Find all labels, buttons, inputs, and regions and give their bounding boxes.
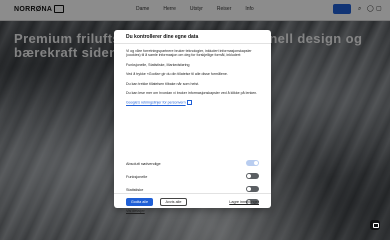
withdraw-text: Du kan trekke tillatelsen tilbake når so…: [126, 81, 200, 86]
dialog-footer: Godta alle Avvis alle Lagre innstillinge…: [114, 193, 271, 209]
toggle-label: Statistiske: [126, 188, 144, 192]
necessary-toggle[interactable]: [246, 160, 259, 166]
dialog-header: Du kontrollerer dine egne data: [114, 30, 271, 44]
save-settings-link[interactable]: Lagre innstillinger: [229, 200, 259, 204]
toggle-label: Absolutt nødvendige: [126, 162, 161, 166]
purposes-text: Funksjonelle, Statistiske, Markedsføring: [126, 62, 190, 67]
decline-all-button[interactable]: Avvis alle: [160, 198, 187, 206]
read-more-text: Du kan lese mer om hvordan vi bruker inf…: [126, 91, 258, 96]
consent-text: Ved å trykke «Godta» gir du din tillatel…: [126, 72, 228, 77]
toggle-row-necessary: Absolutt nødvendige: [126, 159, 259, 172]
dialog-body: Vi og våre forretningspartnere bruker te…: [126, 49, 258, 110]
statistics-toggle[interactable]: [246, 186, 259, 192]
show-details-link[interactable]: Vis detaljer: [126, 209, 145, 213]
accept-all-button[interactable]: Godta alle: [126, 198, 153, 206]
toggle-row-functional: Funksjonelle: [126, 172, 259, 185]
privacy-policy-link[interactable]: Google's retningslinjer for personvern: [126, 101, 186, 105]
dialog-title: Du kontrollerer dine egne data: [126, 34, 199, 40]
intro-text: Vi og våre forretningspartnere bruker te…: [126, 49, 252, 58]
external-link-icon: [186, 100, 192, 106]
cookie-consent-dialog: Du kontrollerer dine egne data Vi og vår…: [114, 30, 271, 213]
chat-widget-icon[interactable]: [370, 220, 380, 230]
toggle-label: Funksjonelle: [126, 175, 148, 179]
functional-toggle[interactable]: [246, 173, 259, 179]
